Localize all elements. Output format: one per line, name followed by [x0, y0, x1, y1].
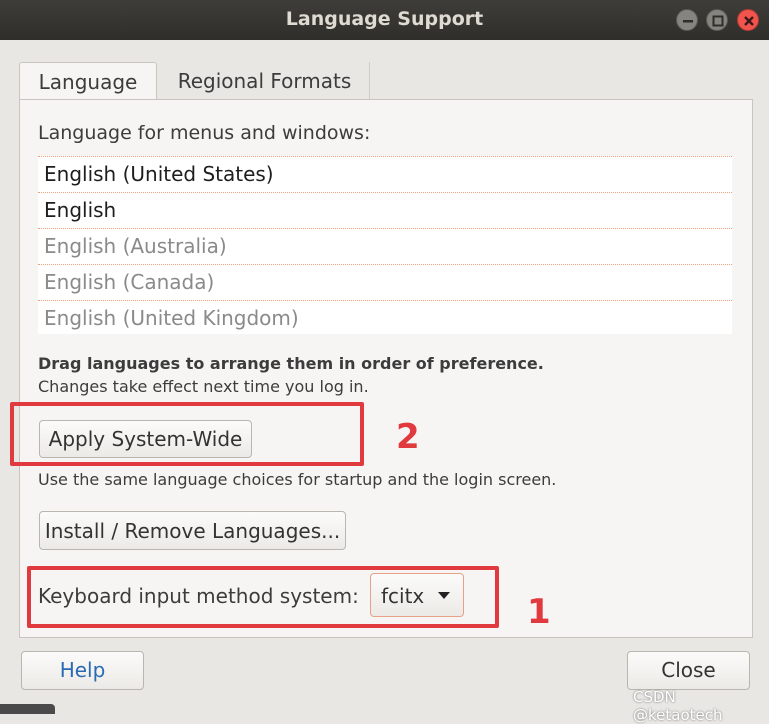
maximize-icon	[712, 15, 724, 27]
annotation-box-2	[10, 402, 364, 466]
changes-hint: Changes take effect next time you log in…	[38, 377, 369, 396]
drag-hint: Drag languages to arrange them in order …	[38, 354, 544, 373]
annotation-box-1	[27, 566, 499, 628]
annotation-number-1: 1	[527, 592, 551, 632]
install-remove-languages-button[interactable]: Install / Remove Languages...	[39, 511, 346, 550]
help-button[interactable]: Help	[21, 651, 144, 690]
list-item[interactable]: English (Australia)	[38, 228, 732, 264]
window-title: Language Support	[285, 8, 484, 30]
tab-language[interactable]: Language	[19, 62, 157, 100]
list-item[interactable]: English (United States)	[38, 156, 732, 192]
close-icon	[744, 16, 754, 26]
minimize-button[interactable]	[676, 9, 698, 31]
corner-tab	[0, 704, 55, 714]
close-button[interactable]: Close	[627, 651, 750, 690]
language-section-label: Language for menus and windows:	[38, 122, 371, 144]
tab-regional-formats[interactable]: Regional Formats	[160, 62, 370, 100]
close-window-button[interactable]	[737, 9, 759, 31]
list-item[interactable]: English (Canada)	[38, 264, 732, 300]
title-bar: Language Support	[0, 0, 769, 40]
watermark: CSDN @ketaotech	[633, 688, 723, 724]
list-item[interactable]: English	[38, 192, 732, 228]
list-item[interactable]: English (United Kingdom)	[38, 300, 732, 336]
apply-description: Use the same language choices for startu…	[38, 470, 557, 489]
language-list[interactable]: English (United States) English English …	[38, 156, 732, 334]
maximize-button[interactable]	[706, 9, 728, 31]
annotation-number-2: 2	[396, 417, 420, 457]
minimize-icon	[683, 20, 693, 23]
